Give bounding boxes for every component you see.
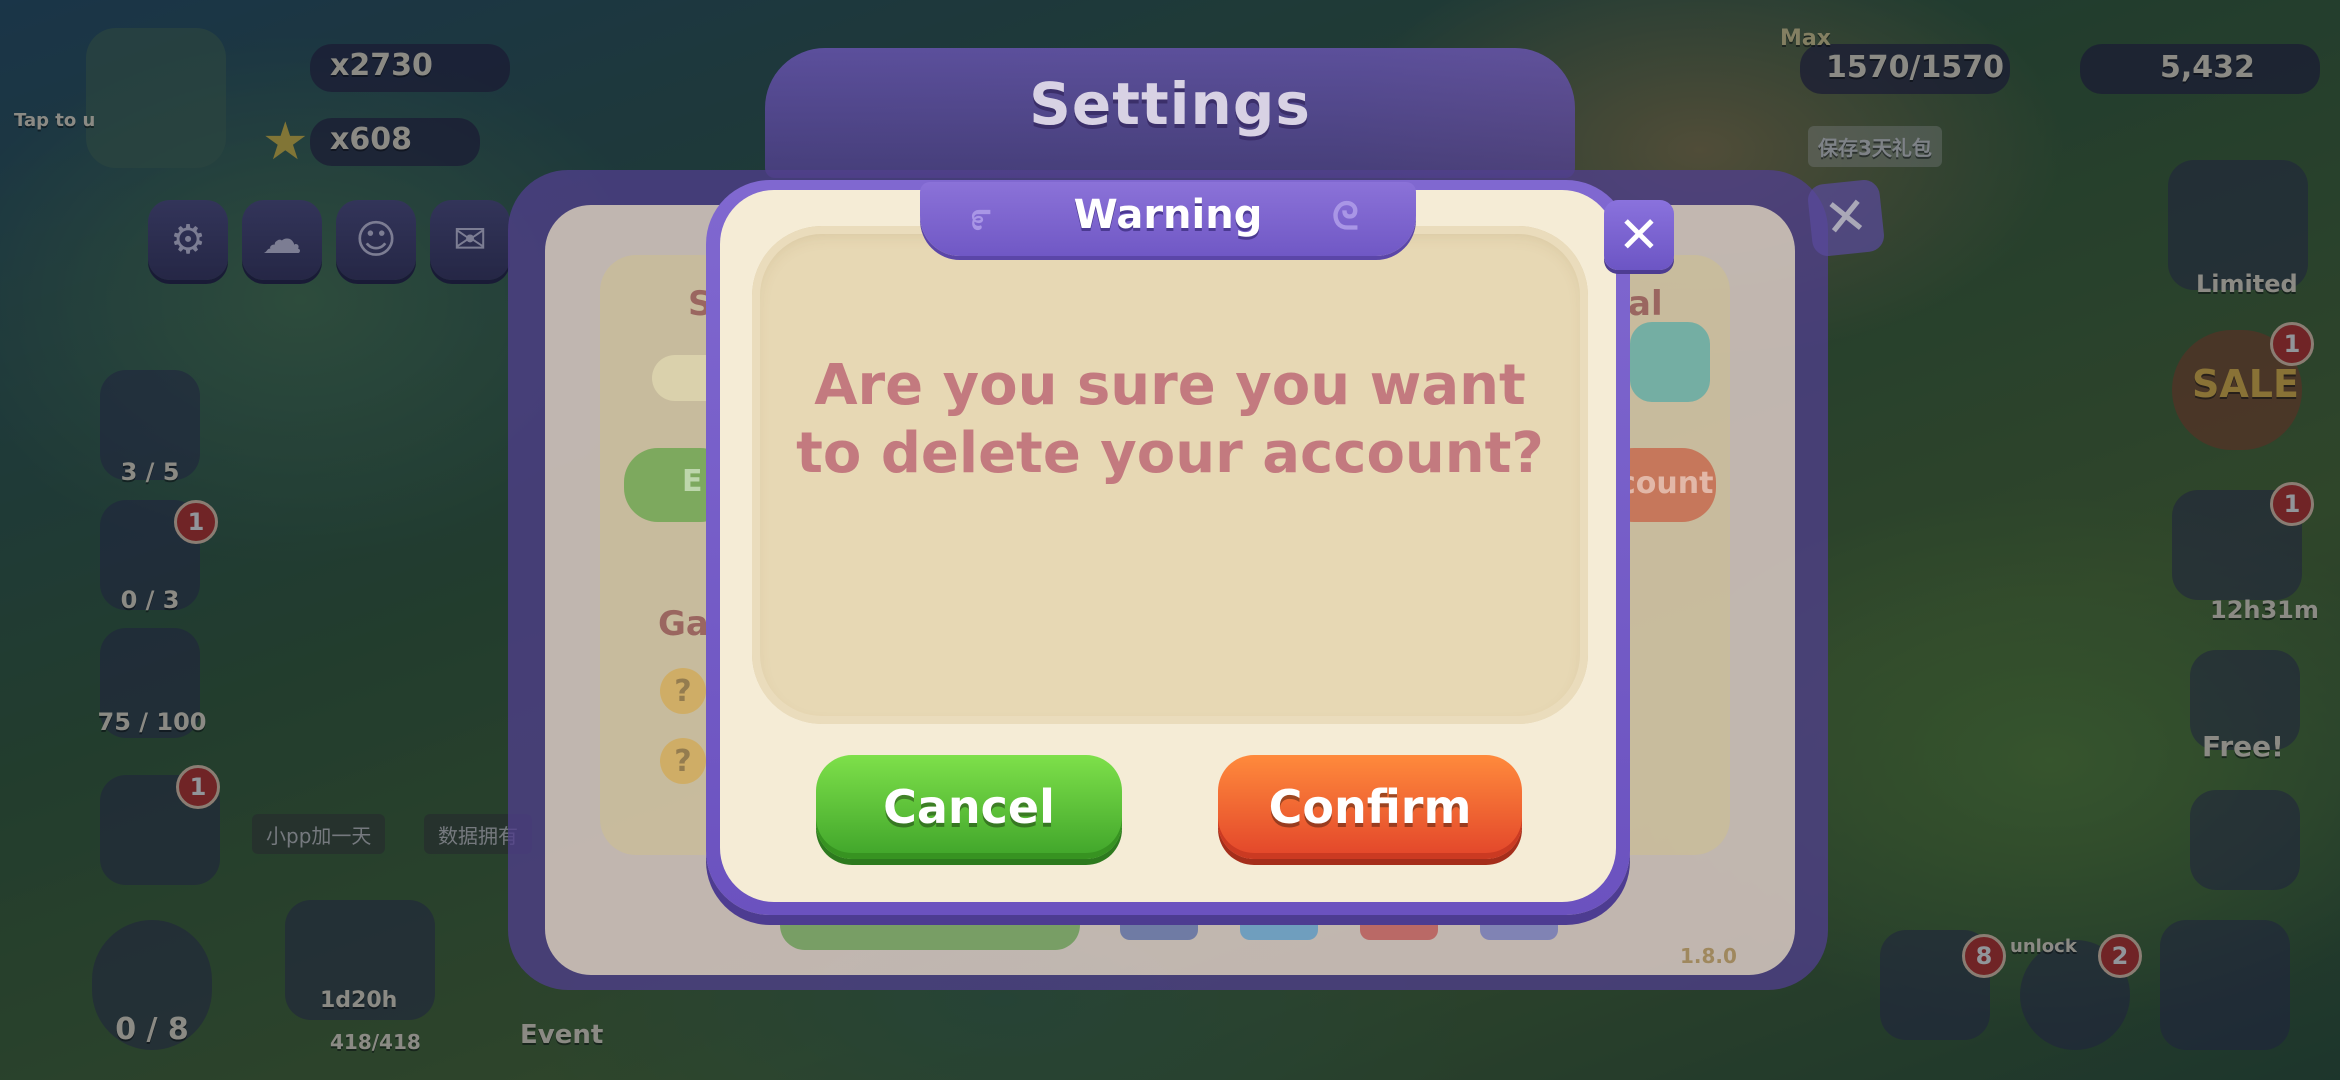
book-icon[interactable] [1630, 322, 1710, 402]
warning-title: Warning [1073, 192, 1263, 238]
help-icon[interactable]: ? [660, 738, 706, 784]
settings-close-icon[interactable]: ✕ [1806, 178, 1886, 258]
cancel-button[interactable]: Cancel [816, 755, 1122, 859]
close-icon[interactable]: ✕ [1604, 200, 1674, 270]
settings-green-button-label: E [682, 464, 703, 499]
confirm-button[interactable]: Confirm [1218, 755, 1522, 859]
settings-title: Settings [1029, 70, 1311, 138]
delete-account-label: count [1618, 466, 1714, 501]
help-icon[interactable]: ? [660, 668, 706, 714]
settings-partial-label: al [1628, 284, 1663, 324]
version-label: 1.8.0 [1680, 944, 1737, 968]
settings-section-title: Ga [658, 604, 709, 644]
cancel-button-label: Cancel [883, 780, 1055, 834]
warning-message: Are you sure you want to delete your acc… [796, 353, 1544, 486]
confirm-button-label: Confirm [1268, 780, 1472, 834]
